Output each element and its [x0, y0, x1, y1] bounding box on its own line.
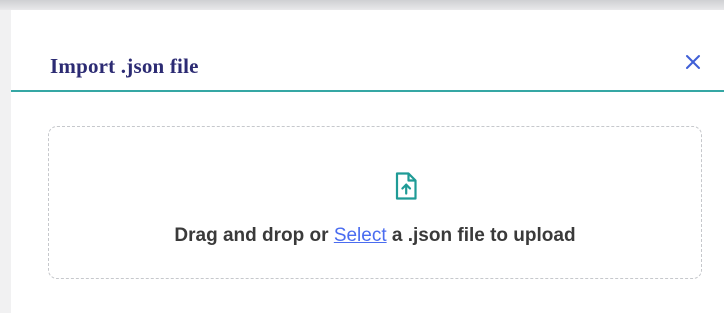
modal-header: Import .json file — [11, 14, 724, 92]
close-icon — [686, 55, 700, 69]
dropzone-text-before: Drag and drop or — [174, 225, 334, 246]
close-button[interactable] — [680, 50, 706, 76]
file-upload-icon — [395, 172, 417, 200]
dropzone-text-after: a .json file to upload — [386, 225, 576, 246]
file-dropzone[interactable]: Drag and drop or Select a .json file to … — [48, 126, 702, 279]
dropzone-instructions: Drag and drop or Select a .json file to … — [49, 225, 701, 247]
select-file-link[interactable]: Select — [334, 225, 387, 246]
left-shadow — [0, 10, 11, 313]
top-shadow — [0, 0, 724, 10]
modal-title: Import .json file — [50, 54, 199, 78]
import-json-modal: Import .json file Drag and drop or Selec… — [11, 14, 724, 313]
